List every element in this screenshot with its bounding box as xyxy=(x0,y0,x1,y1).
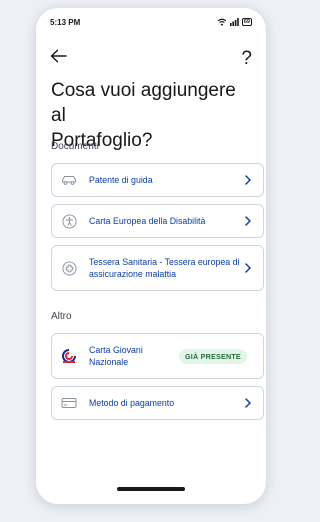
credit-card-icon xyxy=(61,395,77,411)
chevron-right-icon xyxy=(245,175,253,185)
status-time: 5:13 PM xyxy=(50,17,81,27)
chevron-right-icon xyxy=(245,263,253,273)
section-label-documents: Documenti xyxy=(51,141,99,152)
wifi-icon xyxy=(217,18,227,26)
signal-icon xyxy=(229,18,239,26)
help-button[interactable]: ? xyxy=(241,49,252,68)
top-nav: ? xyxy=(50,46,252,70)
arrow-left-icon xyxy=(50,49,67,68)
status-badge: GIÀ PRESENTE xyxy=(179,348,247,364)
list-item-label: Carta Giovani Nazionale xyxy=(89,345,143,367)
chevron-right-icon xyxy=(245,216,253,226)
page-title-line-1: Cosa vuoi aggiungere al xyxy=(51,80,236,126)
status-bar: 5:13 PM 69 xyxy=(36,8,266,36)
status-icons: 69 xyxy=(217,18,252,26)
back-button[interactable] xyxy=(50,47,72,69)
health-card-icon xyxy=(61,260,77,276)
accessibility-icon xyxy=(61,213,77,229)
list-item-label: Patente di guida xyxy=(89,175,153,185)
list-item-carta-giovani-nazionale[interactable]: Carta Giovani Nazionale GIÀ PRESENTE xyxy=(51,333,264,379)
list-item-label: Carta Europea della Disabilità xyxy=(89,216,206,226)
list-item-label: Metodo di pagamento xyxy=(89,398,175,408)
list-item-patente-di-guida[interactable]: Patente di guida xyxy=(51,163,264,197)
car-icon xyxy=(61,172,77,188)
list-item-label: Tessera Sanitaria - Tessera europea di a… xyxy=(89,257,240,279)
list-item-carta-europea-disabilita[interactable]: Carta Europea della Disabilità xyxy=(51,204,264,238)
list-item-metodo-di-pagamento[interactable]: Metodo di pagamento xyxy=(51,386,264,420)
home-indicator[interactable] xyxy=(117,487,185,491)
phone-screen: 5:13 PM 69 ? Cosa vuoi aggiungere al Por… xyxy=(36,8,266,504)
section-label-other: Altro xyxy=(51,311,72,322)
battery-level: 69 xyxy=(241,18,252,26)
chevron-right-icon xyxy=(245,398,253,408)
battery-icon: 69 xyxy=(241,18,252,26)
list-item-tessera-sanitaria[interactable]: Tessera Sanitaria - Tessera europea di a… xyxy=(51,245,264,291)
carta-giovani-logo xyxy=(61,348,77,364)
